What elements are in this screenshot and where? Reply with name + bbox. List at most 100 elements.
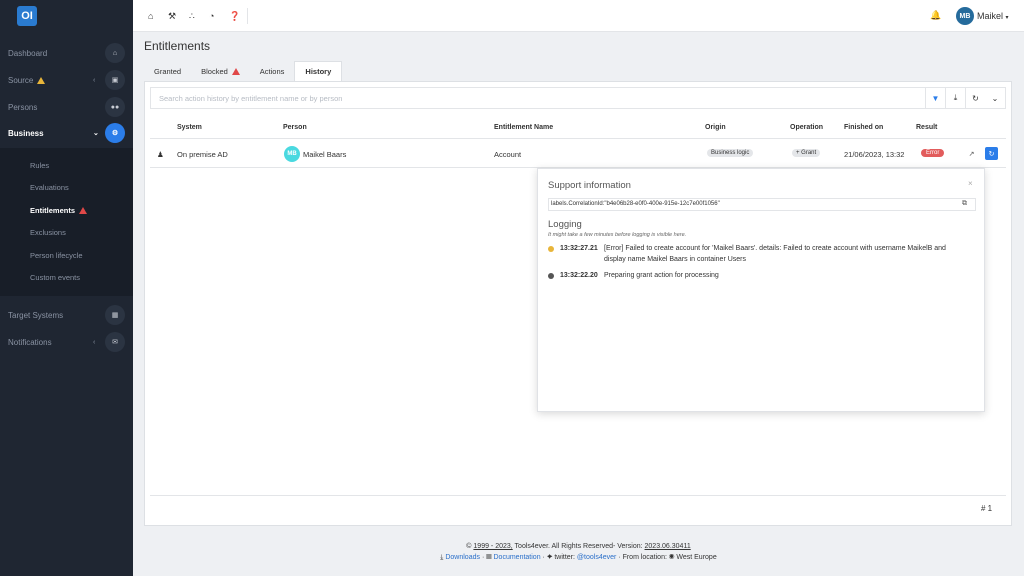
bell-icon[interactable]: 🔔 [930,10,941,21]
chevron-down-icon[interactable]: ⌄ [985,88,1005,108]
home-icon: ⌂ [105,43,125,63]
page-title: Entitlements [144,39,211,53]
copy-icon[interactable]: ⧉ [962,200,967,208]
twitter-icon: ✦ [546,554,553,561]
sidebar-item-business[interactable]: Business ⌄ ⚙ [0,120,133,146]
submenu-item-label: Rules [30,161,50,170]
user-name: Maikel [977,11,1004,21]
close-icon[interactable]: × [968,179,973,188]
documentation-link[interactable]: Documentation [494,554,541,561]
home-icon[interactable]: ⌂ [148,11,153,21]
submenu-item-person-lifecycle[interactable]: Person lifecycle [30,251,83,260]
downloads-link[interactable]: Downloads [445,554,480,561]
tab-label: Blocked [201,66,228,76]
chevron-down-icon: ⌄ [93,130,99,137]
log-message: [Error] Failed to create account for 'Ma… [604,245,946,263]
warning-icon [548,245,554,252]
sidebar-item-notifications[interactable]: Notifications ‹ ✉ [0,329,133,355]
column-header-system[interactable]: System [177,124,202,131]
refresh-icon[interactable]: ↻ [965,88,985,108]
search-bar: ▼ ⤓ ↻ ⌄ [150,87,1006,109]
topbar: ⌂ ⚒ ∴ ◔ ❓ 🔔 MB Maikel ▾ [133,0,1024,32]
column-header-finished[interactable]: Finished on [844,124,883,131]
column-header-operation[interactable]: Operation [790,124,823,131]
tab-label: Granted [154,66,182,76]
globe-icon: ◉ [668,554,675,561]
tab-label: History [305,67,332,76]
log-message: Preparing grant action for processing [604,272,719,279]
retry-button[interactable]: ↻ [985,147,998,160]
copyright-symbol: © [466,543,472,550]
tab-granted[interactable]: Granted [144,61,191,81]
business-submenu: Rules Evaluations Entitlements Exclusion… [0,148,133,296]
gear-icon: ⚙ [105,123,125,143]
table-row[interactable]: ♟ On premise AD MB Maikel Baars Account … [150,140,1006,168]
tab-label: Actions [259,66,285,76]
version-number: 2023.06.30411 [644,543,691,550]
log-time: 13:32:27.21 [560,245,598,252]
sidebar-item-label: Source [8,75,34,85]
logging-title: Logging [548,219,582,230]
search-input[interactable] [151,88,925,108]
table-header: System Person Entitlement Name Origin Op… [150,119,1006,139]
user-avatar[interactable]: MB [956,7,974,25]
panel-divider [150,495,1006,496]
wrench-icon[interactable]: ⚒ [168,11,176,22]
logging-note: It might take a few minutes before loggi… [548,232,687,238]
tab-history[interactable]: History [294,61,343,81]
column-header-entitlement[interactable]: Entitlement Name [494,124,553,131]
correlation-id-field[interactable]: labels.CorrelationId:"b4e06b28-e0f0-400e… [548,198,976,211]
submenu-item-custom-events[interactable]: Custom events [30,273,80,282]
sidebar-item-persons[interactable]: Persons ●● [0,94,133,120]
sidebar-item-source[interactable]: Source ‹ ▣ [0,67,133,93]
support-info-popup: Support information × labels.Correlation… [537,168,985,412]
sidebar: OI Dashboard ⌂ Source ‹ ▣ Persons ●● Bus… [0,0,133,576]
result-badge[interactable]: Error [921,149,945,157]
cell-finished: 21/06/2023, 13:32 [844,150,905,159]
user-icon: ♟ [157,150,164,159]
caret-down-icon: ▾ [1005,15,1009,21]
footer-copyright: © 1999 - 2023, Tools4ever. All Rights Re… [0,543,1024,550]
info-icon [548,272,554,279]
twitter-link[interactable]: @tools4ever [577,554,616,561]
tabs: Granted Blocked Actions History [144,61,343,81]
column-header-person[interactable]: Person [283,124,307,131]
sitemap-icon[interactable]: ∴ [189,11,195,22]
column-header-result[interactable]: Result [916,124,937,131]
submenu-item-label: Evaluations [30,183,69,192]
footer-links: ⤓ Downloads · ▤ Documentation · ✦ twitte… [440,554,717,561]
user-menu[interactable]: Maikel ▾ [977,11,1009,21]
book-icon: ▤ [486,554,492,561]
external-link-icon[interactable]: ↗ [965,147,978,160]
log-time: 13:32:22.20 [560,272,598,279]
sidebar-item-dashboard[interactable]: Dashboard ⌂ [0,40,133,66]
origin-badge: Business logic [707,149,754,157]
download-icon[interactable]: ⤓ [945,88,965,108]
tab-blocked[interactable]: Blocked [191,61,250,81]
users-icon: ●● [105,97,125,117]
popup-title: Support information [548,180,631,191]
logo-bar: OI [0,0,133,32]
warning-icon [79,207,88,214]
submenu-item-label: Custom events [30,273,81,282]
submenu-item-entitlements[interactable]: Entitlements [30,206,88,215]
app-logo[interactable]: OI [17,6,37,26]
pie-chart-icon[interactable]: ◔ [209,11,214,21]
help-icon[interactable]: ❓ [229,11,240,22]
operation-badge: + Grant [792,149,821,157]
submenu-item-exclusions[interactable]: Exclusions [30,228,66,237]
column-header-origin[interactable]: Origin [705,124,726,131]
warning-icon [37,76,46,84]
copyright-text: Tools4ever. All Rights Reserved- Version… [514,543,643,550]
warning-icon [231,67,240,75]
submenu-item-label: Entitlements [30,206,76,215]
filter-icon[interactable]: ▼ [925,88,945,108]
toolbar-divider [247,8,248,24]
tab-actions[interactable]: Actions [250,61,295,81]
submenu-item-evaluations[interactable]: Evaluations [30,183,69,192]
sidebar-item-target-systems[interactable]: Target Systems ▦ [0,302,133,328]
twitter-label: twitter: [554,554,575,561]
submenu-item-rules[interactable]: Rules [30,161,49,170]
submenu-item-label: Exclusions [30,228,66,237]
cell-entitlement: Account [494,150,522,159]
